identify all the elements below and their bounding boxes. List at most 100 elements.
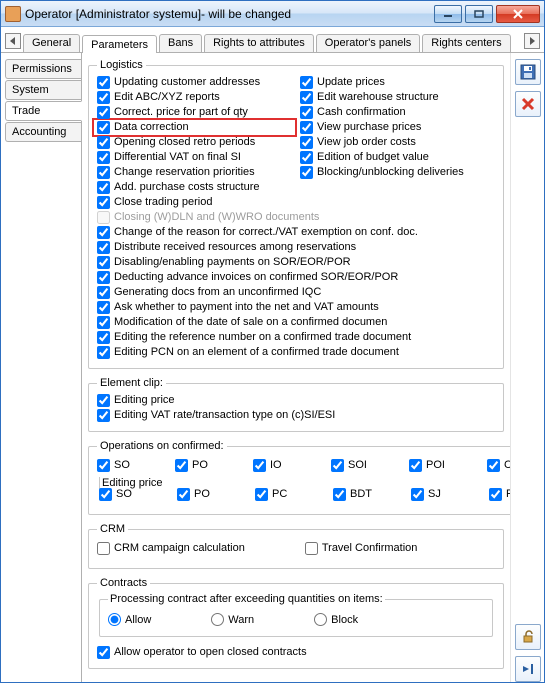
checkbox-ask-whether-to-payment-into-the-net-and-[interactable]: Ask whether to payment into the net and … <box>97 300 495 315</box>
checkbox-opening-closed-retro-periods[interactable]: Opening closed retro periods <box>97 135 292 150</box>
checkbox-modification-of-the-date-of-sale-on-a-co[interactable]: Modification of the date of sale on a co… <box>97 315 495 330</box>
tab-bans[interactable]: Bans <box>159 34 202 52</box>
checkbox-view-job-order-costs[interactable]: View job order costs <box>300 135 495 150</box>
checkbox-input[interactable] <box>300 166 313 179</box>
checkbox-input[interactable] <box>97 196 110 209</box>
checkbox-bdt[interactable]: BDT <box>333 487 391 502</box>
checkbox-input[interactable] <box>97 346 110 359</box>
checkbox-input[interactable] <box>333 488 346 501</box>
checkbox-blocking-unblocking-deliveries[interactable]: Blocking/unblocking deliveries <box>300 165 495 180</box>
checkbox-data-correction[interactable]: Data correction <box>97 120 292 135</box>
checkbox-input[interactable] <box>97 106 110 119</box>
checkbox-input[interactable] <box>99 488 112 501</box>
expand-button[interactable] <box>515 656 541 682</box>
checkbox-travel-confirmation[interactable]: Travel Confirmation <box>305 541 418 556</box>
lock-button[interactable] <box>515 624 541 650</box>
contracts-allow-open-checkbox[interactable]: Allow operator to open closed contracts <box>97 645 495 660</box>
save-button[interactable] <box>515 59 541 85</box>
radio-input[interactable] <box>314 613 327 626</box>
checkbox-input[interactable] <box>97 181 110 194</box>
radio-warn[interactable]: Warn <box>211 613 254 626</box>
sidetab-trade[interactable]: Trade <box>5 101 82 121</box>
sidetab-system[interactable]: System <box>5 80 81 100</box>
checkbox-input[interactable] <box>300 136 313 149</box>
checkbox-edition-of-budget-value[interactable]: Edition of budget value <box>300 150 495 165</box>
checkbox-sj[interactable]: SJ <box>411 487 469 502</box>
maximize-button[interactable] <box>465 5 493 23</box>
checkbox-io[interactable]: IO <box>253 458 311 473</box>
checkbox-soi[interactable]: SOI <box>331 458 389 473</box>
tab-rights-centers[interactable]: Rights centers <box>422 34 510 52</box>
checkbox-disabling-enabling-payments-on-sor-eor-p[interactable]: Disabling/enabling payments on SOR/EOR/P… <box>97 255 495 270</box>
checkbox-input[interactable] <box>97 331 110 344</box>
checkbox-editing-pcn-on-an-element-of-a-confirmed[interactable]: Editing PCN on an element of a confirmed… <box>97 345 495 360</box>
checkbox-cash-confirmation[interactable]: Cash confirmation <box>300 105 495 120</box>
checkbox-input[interactable] <box>177 488 190 501</box>
checkbox-poi[interactable]: POI <box>409 458 467 473</box>
checkbox-input[interactable] <box>97 301 110 314</box>
tab-scroll-left[interactable] <box>5 33 21 49</box>
checkbox-so[interactable]: SO <box>97 458 155 473</box>
radio-input[interactable] <box>211 613 224 626</box>
checkbox-so[interactable]: SO <box>99 487 157 502</box>
tab-general[interactable]: General <box>23 34 80 52</box>
checkbox-editing-the-reference-number-on-a-confir[interactable]: Editing the reference number on a confir… <box>97 330 495 345</box>
checkbox-input[interactable] <box>300 91 313 104</box>
checkbox-c[interactable]: C <box>487 458 510 473</box>
checkbox-input[interactable] <box>97 316 110 329</box>
checkbox-pkj[interactable]: PKJ <box>489 487 510 502</box>
checkbox-input[interactable] <box>97 286 110 299</box>
checkbox-input[interactable] <box>97 256 110 269</box>
checkbox-input[interactable] <box>300 151 313 164</box>
checkbox-po[interactable]: PO <box>175 458 233 473</box>
checkbox-input[interactable] <box>411 488 424 501</box>
tab-operator-s-panels[interactable]: Operator's panels <box>316 34 420 52</box>
checkbox-input[interactable] <box>409 459 422 472</box>
checkbox-input[interactable] <box>487 459 500 472</box>
checkbox-input[interactable] <box>97 542 110 555</box>
checkbox-input[interactable] <box>97 241 110 254</box>
checkbox-input[interactable] <box>97 151 110 164</box>
checkbox-crm-campaign-calculation[interactable]: CRM campaign calculation <box>97 541 245 556</box>
checkbox-input[interactable] <box>97 271 110 284</box>
checkbox-input[interactable] <box>97 121 110 134</box>
checkbox-editing-vat-rate-transaction-type-on-c-s[interactable]: Editing VAT rate/transaction type on (c)… <box>97 408 495 423</box>
sidetab-accounting[interactable]: Accounting <box>5 122 81 142</box>
checkbox-differential-vat-on-final-si[interactable]: Differential VAT on final SI <box>97 150 292 165</box>
checkbox-input[interactable] <box>489 488 502 501</box>
checkbox-input[interactable] <box>97 226 110 239</box>
sidetab-permissions[interactable]: Permissions <box>5 59 81 79</box>
close-button[interactable] <box>496 5 540 23</box>
checkbox-input[interactable] <box>253 459 266 472</box>
checkbox-updating-customer-addresses[interactable]: Updating customer addresses <box>97 75 292 90</box>
checkbox-edit-warehouse-structure[interactable]: Edit warehouse structure <box>300 90 495 105</box>
minimize-button[interactable] <box>434 5 462 23</box>
checkbox-input[interactable] <box>97 91 110 104</box>
tab-parameters[interactable]: Parameters <box>82 35 157 53</box>
tab-rights-to-attributes[interactable]: Rights to attributes <box>204 34 314 52</box>
checkbox-input[interactable] <box>97 409 110 422</box>
checkbox-input[interactable] <box>331 459 344 472</box>
radio-block[interactable]: Block <box>314 613 358 626</box>
checkbox-input[interactable] <box>97 394 110 407</box>
delete-button[interactable] <box>515 91 541 117</box>
checkbox-edit-abc-xyz-reports[interactable]: Edit ABC/XYZ reports <box>97 90 292 105</box>
checkbox-input[interactable] <box>305 542 318 555</box>
checkbox-add-purchase-costs-structure[interactable]: Add. purchase costs structure <box>97 180 495 195</box>
checkbox-input[interactable] <box>97 76 110 89</box>
tab-scroll-right[interactable] <box>524 33 540 49</box>
radio-allow[interactable]: Allow <box>108 613 151 626</box>
checkbox-po[interactable]: PO <box>177 487 235 502</box>
checkbox-generating-docs-from-an-unconfirmed-iqc[interactable]: Generating docs from an unconfirmed IQC <box>97 285 495 300</box>
checkbox-input[interactable] <box>97 136 110 149</box>
checkbox-close-trading-period[interactable]: Close trading period <box>97 195 495 210</box>
checkbox-update-prices[interactable]: Update prices <box>300 75 495 90</box>
checkbox-input[interactable] <box>97 459 110 472</box>
checkbox-input[interactable] <box>97 166 110 179</box>
checkbox-distribute-received-resources-among-rese[interactable]: Distribute received resources among rese… <box>97 240 495 255</box>
checkbox-editing-price[interactable]: Editing price <box>97 393 495 408</box>
checkbox-view-purchase-prices[interactable]: View purchase prices <box>300 120 495 135</box>
checkbox-pc[interactable]: PC <box>255 487 313 502</box>
checkbox-input[interactable] <box>175 459 188 472</box>
radio-input[interactable] <box>108 613 121 626</box>
